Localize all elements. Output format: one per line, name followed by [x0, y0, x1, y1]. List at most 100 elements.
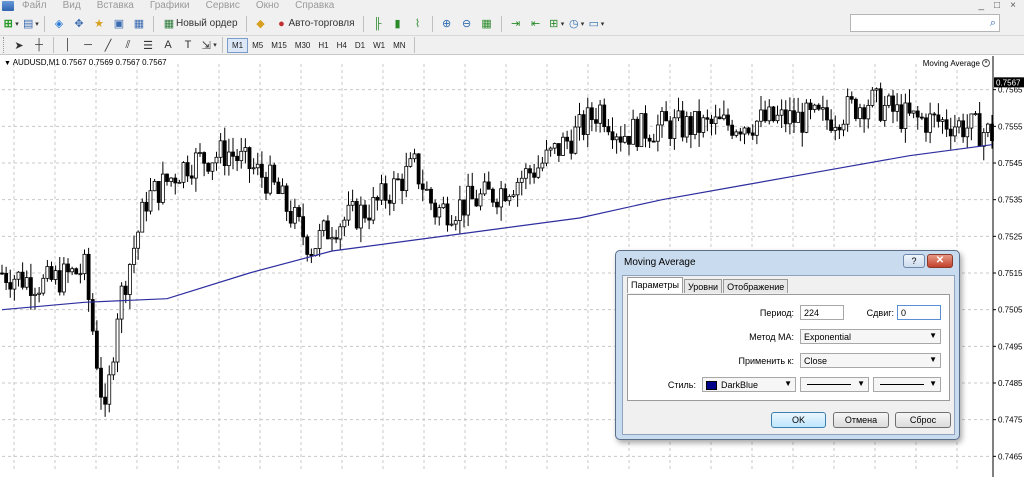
dialog-close-button[interactable]: ✕ — [927, 254, 953, 268]
candle-body — [919, 116, 924, 119]
shift-field[interactable]: 0 — [897, 305, 941, 320]
strategy-tester-button[interactable]: ▦ — [130, 15, 148, 33]
crosshair-button[interactable]: ┼ — [30, 36, 48, 54]
shapes-button[interactable]: ⇲ ▾ — [199, 36, 217, 54]
terminal-button[interactable]: ▣ — [110, 15, 128, 33]
indicators-button[interactable]: ⊞ ▾ — [547, 15, 565, 33]
candle-body — [816, 104, 821, 110]
navigator-button[interactable]: ★ — [90, 15, 108, 33]
tab-levels[interactable]: Уровни — [683, 279, 723, 293]
timeframe-h1[interactable]: H1 — [314, 38, 332, 53]
timeframe-m15[interactable]: M15 — [267, 38, 291, 53]
menu-charts[interactable]: Графики — [142, 0, 198, 12]
candle-body — [433, 202, 438, 218]
timeframe-w1[interactable]: W1 — [369, 38, 389, 53]
toolbar-separator — [53, 37, 54, 53]
bar-chart-button[interactable]: ╟ — [369, 15, 387, 33]
indicator-close-icon[interactable]: × — [982, 59, 990, 67]
search-icon[interactable]: ⌕ — [990, 17, 996, 30]
candle-body — [845, 96, 850, 125]
line-style-sample — [807, 384, 851, 385]
tab-parameters[interactable]: Параметры — [627, 277, 683, 293]
candle-body — [697, 111, 702, 133]
line-width-select[interactable]: ▼ — [873, 377, 941, 392]
minimize-button[interactable]: _ — [978, 0, 984, 12]
candle-body — [292, 207, 297, 224]
search-input[interactable]: ⌕ — [850, 14, 1000, 32]
menu-tools[interactable]: Сервис — [198, 0, 248, 12]
candle-body — [763, 109, 768, 122]
metaeditor-button[interactable]: ◆ — [252, 15, 270, 33]
new-order-button[interactable]: ▦ Новый ордер — [159, 15, 241, 33]
menu-window[interactable]: Окно — [248, 0, 287, 12]
market-watch-button[interactable]: ◈ — [50, 15, 68, 33]
candle-body — [132, 247, 136, 265]
toolbar-grip[interactable] — [3, 37, 6, 53]
line-chart-button[interactable]: ⌇ — [409, 15, 427, 33]
fibonacci-button[interactable]: ☰ — [139, 36, 157, 54]
apply-to-select[interactable]: Close ▼ — [800, 353, 941, 368]
data-window-button[interactable]: ✥ — [70, 15, 88, 33]
candle-body — [829, 119, 834, 131]
candlestick-button[interactable]: ▮ — [389, 15, 407, 33]
cancel-button[interactable]: Отмена — [833, 412, 889, 428]
vertical-line-button[interactable]: │ — [59, 36, 77, 54]
candle-body — [478, 193, 483, 207]
timeframe-d1[interactable]: D1 — [351, 38, 369, 53]
reset-button[interactable]: Сброс — [895, 412, 951, 428]
autotrading-button[interactable]: ● Авто-торговля — [272, 15, 358, 33]
dialog-help-button[interactable]: ? — [903, 254, 925, 268]
tab-visualization[interactable]: Отображение — [723, 279, 789, 293]
candle-body — [717, 116, 722, 120]
candle-body — [977, 113, 982, 147]
chart-shift-button[interactable]: ⇤ — [527, 15, 545, 33]
candle-body — [507, 195, 512, 202]
profiles-icon: ▤ — [23, 18, 34, 30]
zoom-in-button[interactable]: ⊕ — [438, 15, 456, 33]
text-button[interactable]: A — [159, 36, 177, 54]
profiles-button[interactable]: ▤ ▾ — [21, 15, 39, 33]
timeframe-m1[interactable]: M1 — [227, 37, 249, 53]
horizontal-line-button[interactable]: ─ — [79, 36, 97, 54]
menu-file[interactable]: Файл — [14, 0, 55, 12]
label-button[interactable]: T — [179, 36, 197, 54]
line-style-select[interactable]: ▼ — [800, 377, 869, 392]
timeframe-m30[interactable]: M30 — [291, 38, 315, 53]
method-select[interactable]: Exponential ▼ — [800, 329, 941, 344]
templates-button[interactable]: ▭ ▾ — [587, 15, 605, 33]
ok-button[interactable]: OK — [771, 412, 826, 428]
candle-body — [4, 272, 9, 283]
candle-body — [375, 197, 380, 201]
timeframe-m5[interactable]: M5 — [248, 38, 267, 53]
tile-windows-button[interactable]: ▦ — [478, 15, 496, 33]
price-tick-label: 0.7495 — [998, 342, 1023, 351]
new-chart-button[interactable]: ⊞ ▾ — [1, 15, 19, 33]
candle-body — [627, 135, 631, 145]
candle-body — [198, 152, 202, 154]
timeframe-h4[interactable]: H4 — [333, 38, 351, 53]
timeframe-mn[interactable]: MN — [389, 38, 409, 53]
candle-body — [577, 114, 582, 128]
cursor-button[interactable]: ➤ — [10, 36, 28, 54]
maximize-button[interactable]: □ — [994, 0, 1000, 12]
menu-view[interactable]: Вид — [55, 0, 89, 12]
menu-help[interactable]: Справка — [287, 0, 342, 12]
style-color-select[interactable]: DarkBlue ▼ — [702, 377, 796, 392]
channel-button[interactable]: ⫽ — [119, 36, 137, 54]
candle-body — [8, 282, 13, 290]
zoom-out-button[interactable]: ⊖ — [458, 15, 476, 33]
candle-body — [309, 254, 314, 256]
candle-body — [276, 181, 281, 195]
periods-button[interactable]: ◷ ▾ — [567, 15, 585, 33]
trendline-button[interactable]: ╱ — [99, 36, 117, 54]
autoscroll-button[interactable]: ⇥ — [507, 15, 525, 33]
indicator-label: Moving Average — [922, 59, 980, 68]
close-app-button[interactable]: × — [1010, 0, 1016, 12]
candle-body — [552, 143, 557, 149]
period-field[interactable]: 224 — [800, 305, 844, 320]
candle-body — [12, 278, 17, 290]
candle-body — [371, 197, 376, 221]
candle-body — [808, 102, 813, 110]
menu-insert[interactable]: Вставка — [89, 0, 142, 12]
candle-body — [173, 177, 178, 184]
